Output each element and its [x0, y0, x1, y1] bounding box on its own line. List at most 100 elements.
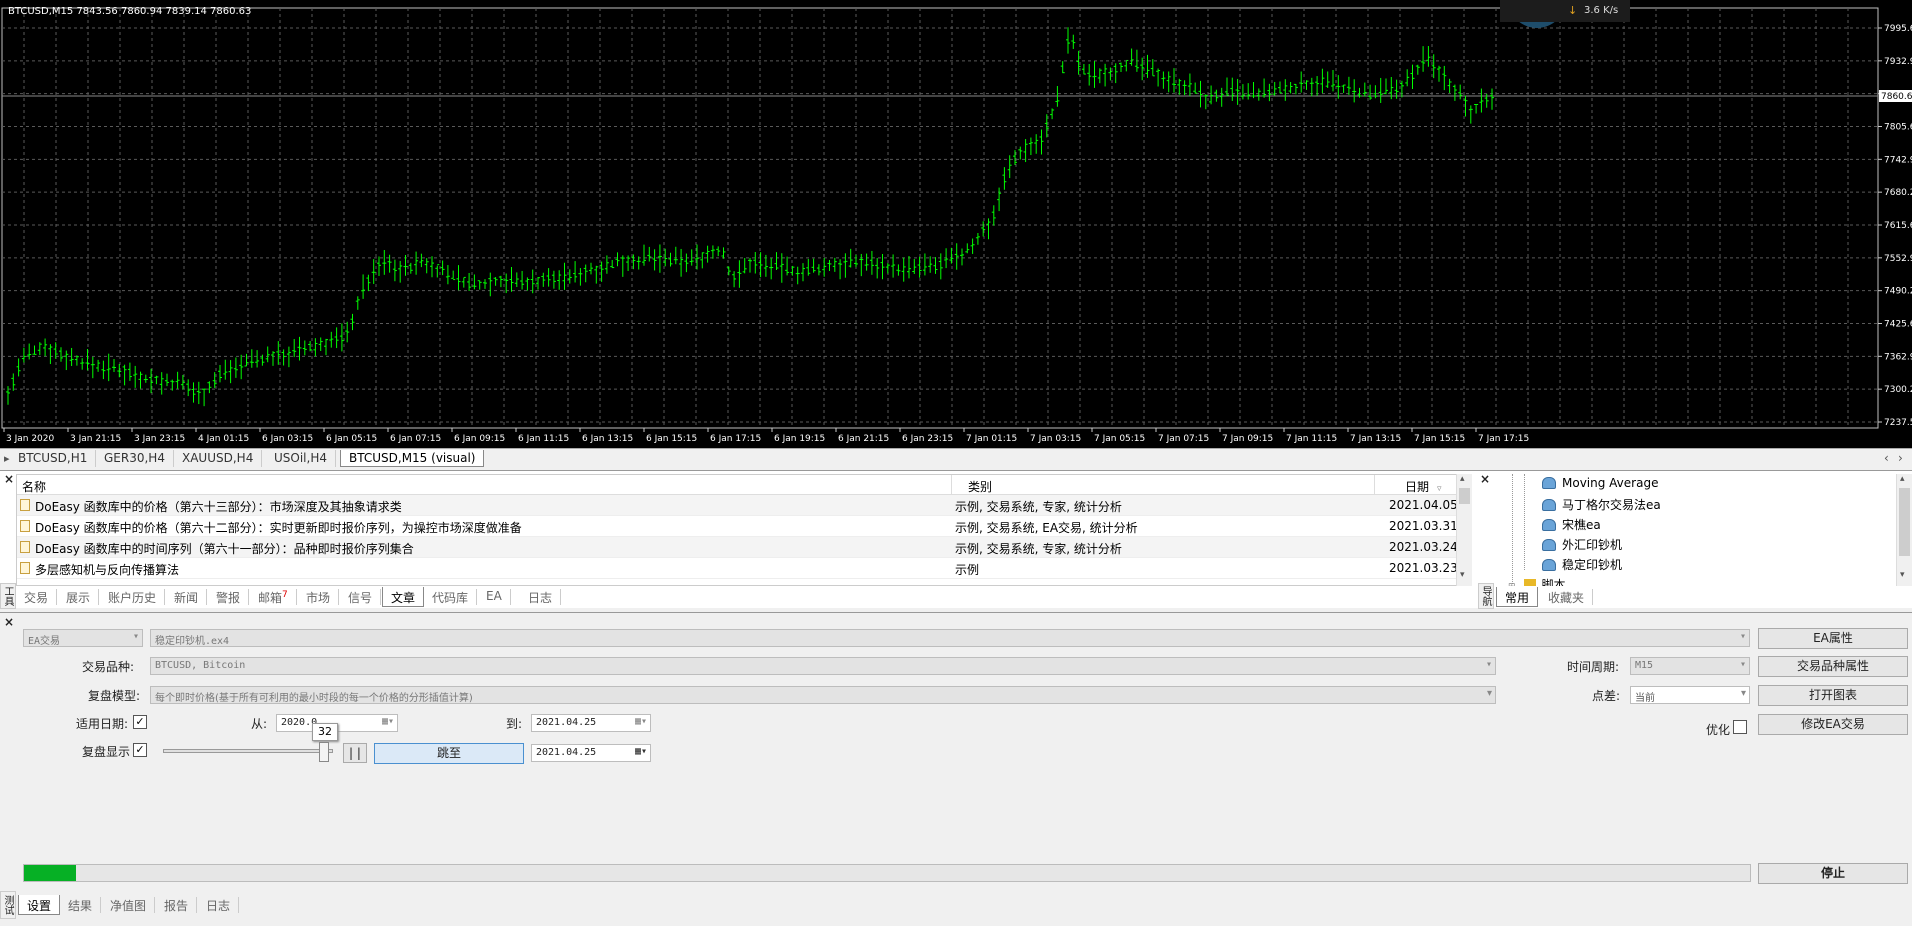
article-name: 多层感知机与反向传播算法	[35, 563, 180, 577]
tree-item-moving-average[interactable]: Moving Average	[1542, 476, 1658, 494]
column-header-category[interactable]: 类别	[951, 475, 992, 495]
mode-select[interactable]: EA交易 ▾	[23, 629, 143, 647]
navigator-scrollbar[interactable]: ▴ ▾	[1896, 474, 1912, 586]
toolbox-tab-0[interactable]: 交易	[16, 589, 58, 605]
tab-scroll-prev-icon[interactable]: ‹	[1884, 451, 1889, 465]
calendar-icon[interactable]: ▦▾	[382, 716, 394, 727]
tree-item-stable-money-printer[interactable]: 稳定印钞机	[1542, 556, 1622, 574]
candlestick-chart-svg[interactable]: 7995.6 7932.9 7860.6 7805.6 7742.9 7680.2 7615…	[0, 0, 1912, 448]
tree-item-song-ea[interactable]: 宋樵ea	[1542, 516, 1601, 534]
toolbox-tab-9[interactable]: 代码库	[424, 589, 478, 605]
chart-tab-ger30-h4[interactable]: GER30,H4	[96, 450, 174, 467]
table-row[interactable]: DoEasy 函数库中的时间序列（第六十一部分）：品种即时报价序列集合 示例, 交…	[17, 537, 1471, 558]
period-select[interactable]: M15 ▾	[1630, 657, 1750, 675]
tab-favorites[interactable]: 收藏夹	[1540, 589, 1594, 605]
time-tick-label: 6 Jan 05:15	[326, 434, 377, 444]
table-row[interactable]: DoEasy 函数库中的价格（第六十三部分）：市场深度及其抽象请求类 示例, 交易…	[17, 495, 1471, 516]
toolbox-panel: × 工具箱 名称 类别 日期▿ DoEasy 函数库中的价格（第六十三部分）：市…	[0, 470, 1912, 609]
toolbox-tab-2[interactable]: 账户历史	[100, 589, 166, 605]
scroll-down-icon[interactable]: ▾	[1460, 570, 1465, 580]
time-tick-label: 7 Jan 05:15	[1094, 434, 1145, 444]
navigator-tab-bar: 常用 收藏夹	[1496, 587, 1796, 607]
time-tick-label: 3 Jan 23:15	[134, 434, 185, 444]
symbol-properties-button[interactable]: 交易品种属性	[1758, 656, 1908, 677]
expert-select[interactable]: 稳定印钞机.ex4 ▾	[150, 629, 1750, 647]
column-header-name[interactable]: 名称	[22, 478, 46, 495]
toolbox-close-icon[interactable]: ×	[4, 472, 14, 486]
slider-tooltip: 32	[312, 723, 338, 741]
tree-item-scripts[interactable]: ⊞脚本	[1508, 576, 1566, 586]
price-tick-label: 7615.6	[1884, 221, 1912, 231]
chart-tab-xauusd-h4[interactable]: XAUUSD,H4	[174, 450, 263, 467]
article-icon	[20, 562, 30, 574]
chart-tab-usoil-h4[interactable]: USOil,H4	[266, 450, 336, 467]
jump-date-input[interactable]: 2021.04.25 ▦▾	[531, 744, 651, 762]
tester-tab-1[interactable]: 结果	[60, 897, 102, 913]
toolbox-tab-5[interactable]: 邮箱7	[250, 589, 297, 605]
model-select[interactable]: 每个即时价格(基于所有可利用的最小时段的每一个价格的分形插值计算) ▾	[150, 686, 1496, 704]
scroll-down-icon[interactable]: ▾	[1900, 570, 1905, 580]
scroll-thumb[interactable]	[1899, 488, 1910, 556]
tester-tab-3[interactable]: 报告	[156, 897, 198, 913]
tab-scroll-left-icon[interactable]: ▸	[4, 452, 10, 465]
tester-tab-0[interactable]: 设置	[18, 895, 61, 915]
scroll-up-icon[interactable]: ▴	[1900, 474, 1905, 484]
toolbox-tab-11[interactable]: 日志	[520, 589, 562, 605]
ea-properties-button[interactable]: EA属性	[1758, 628, 1908, 649]
toolbox-tab-8[interactable]: 文章	[382, 587, 425, 607]
price-chart[interactable]: 7995.6 7932.9 7860.6 7805.6 7742.9 7680.2 7615…	[0, 0, 1912, 448]
chevron-down-icon: ▾	[1485, 659, 1492, 670]
toolbox-tab-3[interactable]: 新闻	[166, 589, 208, 605]
visual-mode-checkbox[interactable]: ✓	[133, 743, 147, 757]
price-tick-label: 7490.2	[1884, 287, 1912, 297]
toolbox-tab-4[interactable]: 警报	[208, 589, 250, 605]
open-chart-button[interactable]: 打开图表	[1758, 685, 1908, 706]
toolbox-tab-7[interactable]: 信号	[340, 589, 382, 605]
use-date-label: 适用日期:	[76, 717, 129, 731]
jump-to-button[interactable]: 跳至	[374, 743, 524, 764]
toolbox-tab-10[interactable]: EA	[478, 589, 511, 605]
table-header: 名称 类别 日期 ▿	[17, 475, 1471, 495]
from-label: 从:	[251, 717, 268, 731]
articles-scrollbar[interactable]: ▴ ▾	[1456, 474, 1472, 586]
speed-slider-track[interactable]	[163, 749, 333, 753]
chevron-down-icon: ▾	[1486, 688, 1492, 699]
tab-common[interactable]: 常用	[1496, 587, 1539, 607]
stop-button[interactable]: 停止	[1758, 863, 1908, 884]
modify-ea-button[interactable]: 修改EA交易	[1758, 714, 1908, 735]
chevron-down-icon: ▾	[1740, 688, 1746, 699]
time-tick-label: 7 Jan 11:15	[1286, 434, 1337, 444]
speed-slider-thumb[interactable]	[319, 742, 329, 762]
toolbox-tab-1[interactable]: 展示	[58, 589, 100, 605]
sort-icon: ▿	[1437, 484, 1442, 494]
time-tick-label: 4 Jan 01:15	[198, 434, 249, 444]
navigator-close-icon[interactable]: ×	[1480, 472, 1490, 486]
calendar-icon[interactable]: ▦▾	[635, 746, 647, 757]
pause-button[interactable]: | |	[343, 743, 367, 763]
article-icon	[20, 499, 30, 511]
tester-close-icon[interactable]: ×	[4, 615, 14, 629]
symbol-select[interactable]: BTCUSD, Bitcoin ▾	[150, 657, 1496, 675]
use-date-checkbox[interactable]: ✓	[133, 715, 147, 729]
spread-select[interactable]: 当前 ▾	[1630, 686, 1750, 704]
toolbox-tab-6[interactable]: 市场	[298, 589, 340, 605]
optimize-checkbox[interactable]	[1733, 720, 1747, 734]
article-list: DoEasy 函数库中的价格（第六十三部分）：市场深度及其抽象请求类 示例, 交易…	[17, 495, 1471, 579]
time-tick-label: 7 Jan 01:15	[966, 434, 1017, 444]
calendar-icon[interactable]: ▦▾	[635, 716, 647, 727]
tree-item-forex-money-printer[interactable]: 外汇印钞机	[1542, 536, 1622, 554]
chart-tab-btcusd-m15-visual[interactable]: BTCUSD,M15 (visual)	[340, 450, 485, 467]
price-tick-label: 7680.2	[1884, 188, 1912, 198]
scroll-thumb[interactable]	[1459, 488, 1470, 504]
time-tick-label: 6 Jan 19:15	[774, 434, 825, 444]
scroll-up-icon[interactable]: ▴	[1460, 474, 1465, 484]
price-tick-label: 7932.9	[1884, 57, 1912, 67]
tester-tab-4[interactable]: 日志	[198, 897, 240, 913]
table-row[interactable]: DoEasy 函数库中的价格（第六十二部分）：实时更新即时报价序列，为操控市场深…	[17, 516, 1471, 537]
tester-tab-2[interactable]: 净值图	[102, 897, 156, 913]
chart-tab-btcusd-h1[interactable]: BTCUSD,H1	[10, 450, 97, 467]
to-date-input[interactable]: 2021.04.25 ▦▾	[531, 714, 651, 732]
tree-item-martingale-ea[interactable]: 马丁格尔交易法ea	[1542, 496, 1661, 514]
table-row[interactable]: 多层感知机与反向传播算法 示例 2021.03.23	[17, 558, 1471, 579]
tab-scroll-next-icon[interactable]: ›	[1898, 451, 1903, 465]
